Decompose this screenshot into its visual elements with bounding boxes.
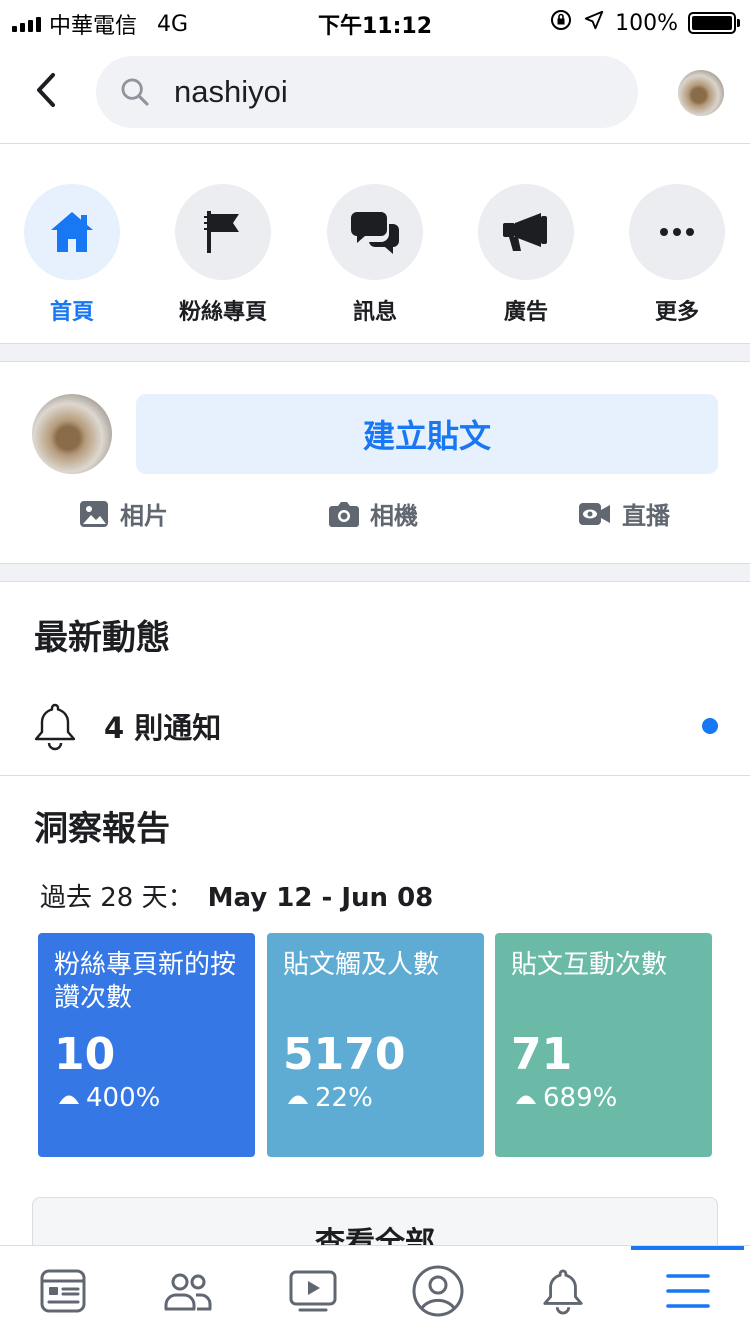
latest-title: 最新動態	[34, 618, 170, 658]
insight-card-likes[interactable]: 粉絲專頁新的按讚次數 10 400%	[38, 933, 255, 1157]
camera-button[interactable]: 相機	[328, 496, 418, 531]
back-button[interactable]	[24, 68, 68, 112]
insights-period: 過去 28 天： May 12 - Jun 08	[40, 877, 433, 914]
video-camera-icon	[579, 502, 610, 525]
home-icon	[51, 212, 93, 252]
tab-notifications[interactable]	[500, 1246, 625, 1334]
insights-title: 洞察報告	[34, 809, 170, 849]
watch-icon	[289, 1270, 336, 1311]
section-divider	[0, 344, 750, 362]
shortcut-pages[interactable]: 粉絲專頁	[148, 184, 298, 326]
notifications-label: 4 則通知	[104, 711, 222, 745]
battery-percent: 100%	[615, 10, 678, 36]
friends-icon	[164, 1273, 211, 1310]
insight-card-engagement[interactable]: 貼文互動次數 71 689%	[495, 933, 712, 1157]
notifications-icon	[542, 1268, 583, 1314]
create-post-button[interactable]: 建立貼文	[136, 394, 718, 474]
shortcut-home-label: 首頁	[49, 300, 94, 325]
photo-icon	[80, 500, 108, 527]
search-input[interactable]	[174, 74, 594, 110]
section-divider	[0, 564, 750, 582]
insight-card-reach[interactable]: 貼文觸及人數 5170 22%	[267, 933, 484, 1157]
insight-card-value: 5170	[283, 1029, 406, 1080]
page-shortcuts: 首頁 粉絲專頁 訊息 廣告 更多	[0, 144, 750, 344]
chat-bubbles-icon	[351, 212, 399, 254]
profile-avatar[interactable]	[678, 70, 724, 116]
insight-card-change: 22%	[315, 1083, 373, 1113]
shortcut-more[interactable]: 更多	[602, 184, 750, 326]
tab-news-feed[interactable]	[0, 1246, 125, 1334]
insight-card-value: 10	[54, 1029, 116, 1080]
flag-icon	[204, 211, 239, 253]
insight-card-title: 貼文互動次數	[511, 950, 668, 980]
insight-card-title: 粉絲專頁新的按讚次數	[54, 950, 237, 1013]
latest-activity-section: 最新動態 4 則通知	[0, 582, 750, 776]
shortcut-home[interactable]: 首頁	[0, 184, 147, 326]
page-avatar[interactable]	[32, 394, 112, 474]
date-range: May 12 - Jun 08	[207, 883, 434, 913]
tab-menu[interactable]	[625, 1246, 750, 1334]
search-icon	[121, 78, 149, 106]
shortcut-messages-label: 訊息	[352, 300, 397, 325]
status-bar: 中華電信 4G 下午11:12 100%	[0, 0, 750, 42]
live-button[interactable]: 直播	[578, 496, 670, 531]
period-label: 過去 28 天：	[40, 883, 194, 913]
shortcut-more-label: 更多	[654, 300, 699, 325]
live-label: 直播	[622, 502, 670, 530]
chevron-left-icon	[37, 73, 55, 107]
profile-icon	[412, 1265, 463, 1316]
post-composer: 建立貼文 相片 相機 直播	[0, 362, 750, 564]
news-feed-icon	[40, 1269, 85, 1312]
insight-card-change: 689%	[543, 1083, 618, 1113]
tab-profile[interactable]	[375, 1246, 500, 1334]
more-icon	[660, 228, 694, 236]
insight-card-title: 貼文觸及人數	[283, 950, 440, 980]
shortcut-pages-label: 粉絲專頁	[178, 300, 267, 325]
shortcut-messages[interactable]: 訊息	[300, 184, 450, 326]
shortcut-ads[interactable]: 廣告	[451, 184, 601, 326]
megaphone-icon	[503, 213, 547, 251]
photo-label: 相片	[120, 502, 168, 530]
battery-icon	[688, 12, 740, 34]
bell-icon	[34, 703, 76, 751]
photo-button[interactable]: 相片	[78, 496, 168, 531]
shortcut-ads-label: 廣告	[503, 300, 548, 325]
notifications-row[interactable]: 4 則通知	[32, 698, 722, 754]
insights-section: 洞察報告 過去 28 天： May 12 - Jun 08 粉絲專頁新的按讚次數 …	[0, 777, 750, 1287]
up-arrow-icon	[516, 1095, 536, 1104]
search-header	[0, 42, 750, 144]
unread-dot	[702, 718, 718, 734]
rotation-lock-icon	[549, 8, 573, 38]
bottom-tab-bar	[0, 1245, 750, 1334]
insight-card-value: 71	[511, 1029, 573, 1080]
up-arrow-icon	[288, 1095, 308, 1104]
camera-icon	[329, 501, 359, 527]
search-bar[interactable]	[96, 56, 638, 128]
up-arrow-icon	[59, 1095, 79, 1104]
tab-friends[interactable]	[125, 1246, 250, 1334]
camera-label: 相機	[370, 502, 418, 530]
tab-watch[interactable]	[250, 1246, 375, 1334]
menu-icon	[665, 1273, 710, 1308]
insight-card-change: 400%	[86, 1083, 161, 1113]
location-icon	[583, 9, 605, 37]
